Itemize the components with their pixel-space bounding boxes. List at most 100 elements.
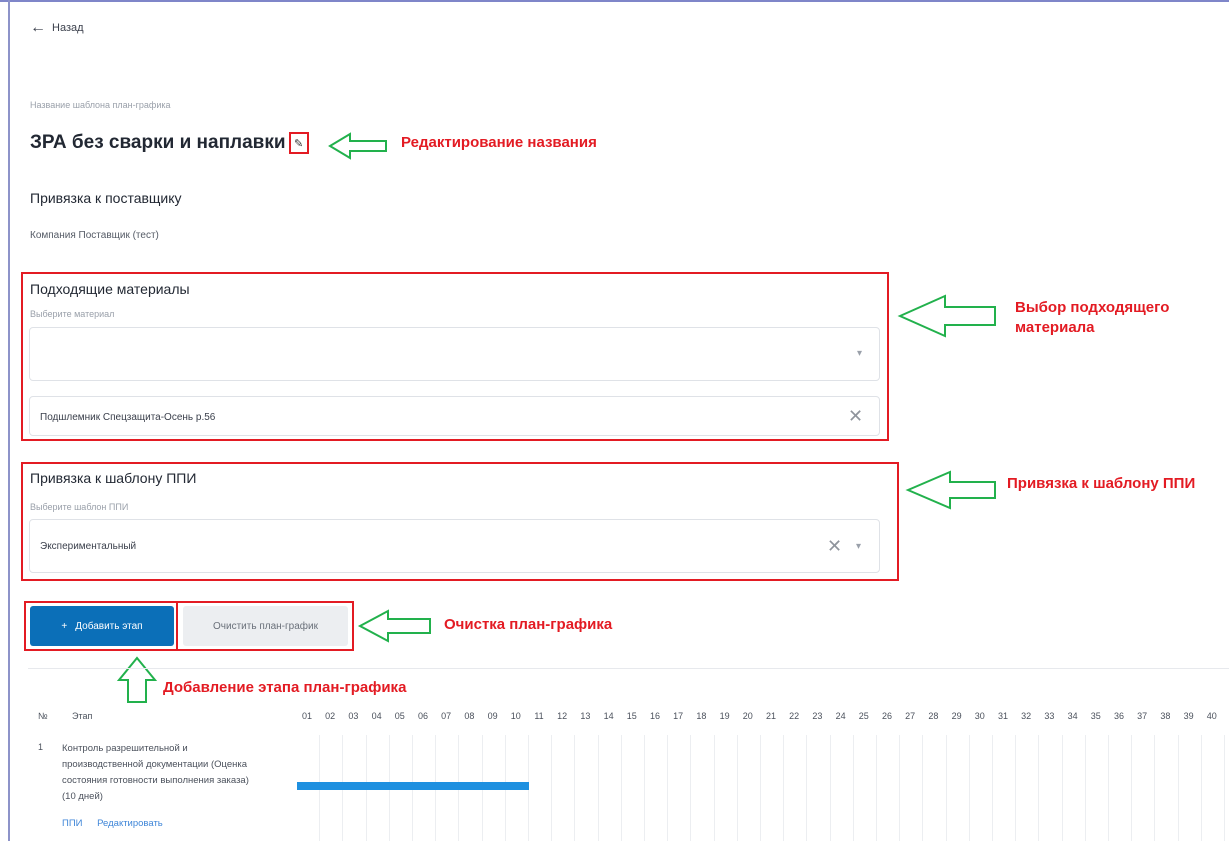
day-header: 18 (696, 711, 707, 721)
day-header: 01 (301, 711, 312, 721)
annotation-ppi: Привязка к шаблону ППИ (1007, 475, 1196, 492)
stage-description: Контроль разрешительной и производственн… (62, 743, 249, 802)
table-separator (28, 668, 1229, 669)
day-gridline (1015, 735, 1017, 841)
edit-name-button[interactable]: ✎ (288, 132, 309, 154)
day-header: 39 (1183, 711, 1194, 721)
day-gridline (806, 735, 808, 841)
remove-material-icon[interactable]: ✕ (848, 407, 863, 425)
day-header: 23 (812, 711, 823, 721)
annotation-material: Выбор подходящего материала (1015, 299, 1170, 336)
day-header: 03 (348, 711, 359, 721)
day-header: 33 (1044, 711, 1055, 721)
day-header: 13 (580, 711, 591, 721)
ppi-select-value: Экспериментальный (40, 541, 137, 552)
day-gridline (945, 735, 947, 841)
edit-link[interactable]: Редактировать (97, 818, 163, 829)
day-header: 26 (881, 711, 892, 721)
day-header: 27 (905, 711, 916, 721)
day-header: 17 (673, 711, 684, 721)
day-header: 14 (603, 711, 614, 721)
day-gridline (1038, 735, 1040, 841)
day-header: 06 (417, 711, 428, 721)
materials-hint: Выберите материал (30, 309, 115, 319)
selected-material-text: Подшлемник Спецзащита-Осень р.56 (40, 412, 216, 423)
day-gridline (899, 735, 901, 841)
arrow-to-add-icon (116, 656, 158, 703)
arrow-to-edit-icon (328, 132, 387, 160)
day-header: 20 (742, 711, 753, 721)
day-header: 09 (487, 711, 498, 721)
window-left-border (8, 0, 10, 841)
chevron-down-icon[interactable]: ▾ (856, 541, 861, 552)
day-header: 12 (557, 711, 568, 721)
selected-material-item: Подшлемник Спецзащита-Осень р.56 ✕ (29, 396, 880, 436)
day-header: 35 (1090, 711, 1101, 721)
stage-bar[interactable] (297, 782, 529, 790)
day-gridline (551, 735, 553, 841)
day-gridline (1224, 735, 1225, 841)
pencil-icon: ✎ (293, 137, 304, 150)
arrow-left-icon: ← (30, 19, 46, 36)
day-header: 22 (789, 711, 800, 721)
day-gridline (690, 735, 692, 841)
arrow-to-materials-icon (897, 294, 996, 338)
arrow-to-ppi-icon (905, 470, 996, 510)
annotation-add: Добавление этапа план-графика (163, 679, 407, 696)
col-header-num: № (38, 711, 48, 721)
day-header: 04 (371, 711, 382, 721)
chevron-down-icon[interactable]: ▾ (857, 348, 862, 359)
day-header: 29 (951, 711, 962, 721)
day-header: 02 (325, 711, 336, 721)
ppi-hint: Выберите шаблон ППИ (30, 502, 129, 512)
add-stage-button[interactable]: + Добавить этап (30, 606, 174, 646)
day-gridline (713, 735, 715, 841)
ppi-select[interactable]: Экспериментальный ✕ ▾ (29, 519, 880, 573)
arrow-to-clear-icon (357, 609, 431, 643)
day-header: 21 (765, 711, 776, 721)
day-header: 11 (534, 711, 544, 721)
back-label: Назад (52, 22, 84, 34)
back-link[interactable]: ← Назад (30, 20, 84, 36)
supplier-title: Привязка к поставщику (30, 190, 182, 206)
day-gridline (620, 735, 622, 841)
day-gridline (574, 735, 576, 841)
annotation-edit-name: Редактирование названия (401, 134, 597, 151)
day-header: 05 (394, 711, 405, 721)
row-number: 1 (38, 742, 44, 752)
day-gridline (829, 735, 831, 841)
day-header: 30 (974, 711, 985, 721)
day-gridline (597, 735, 599, 841)
day-gridline (968, 735, 970, 841)
add-stage-label: Добавить этап (75, 620, 143, 632)
materials-title: Подходящие материалы (30, 281, 190, 297)
day-header: 25 (858, 711, 869, 721)
clear-schedule-button[interactable]: Очистить план-график (183, 606, 348, 646)
day-header: 08 (464, 711, 475, 721)
day-header: 15 (626, 711, 637, 721)
day-gridline (760, 735, 761, 841)
plus-icon: + (61, 620, 68, 632)
day-gridline (992, 735, 993, 841)
ppi-link[interactable]: ППИ (62, 818, 82, 829)
day-header: 32 (1021, 711, 1032, 721)
day-gridline (922, 735, 924, 841)
day-header: 31 (997, 711, 1008, 721)
day-gridline (783, 735, 785, 841)
clear-schedule-label: Очистить план-график (213, 620, 318, 632)
day-gridline (1200, 735, 1202, 841)
day-header: 40 (1206, 711, 1217, 721)
material-select[interactable]: ▾ (29, 327, 880, 381)
day-gridline (1177, 735, 1179, 841)
clear-ppi-icon[interactable]: ✕ (827, 537, 842, 555)
day-gridline (1084, 735, 1086, 841)
day-header: 24 (835, 711, 846, 721)
day-header: 07 (441, 711, 452, 721)
day-header: 16 (649, 711, 660, 721)
day-gridline (1131, 735, 1133, 841)
day-gridline (852, 735, 854, 841)
day-header: 28 (928, 711, 939, 721)
day-header: 37 (1137, 711, 1148, 721)
ppi-title: Привязка к шаблону ППИ (30, 470, 197, 486)
day-gridline (1061, 735, 1063, 841)
